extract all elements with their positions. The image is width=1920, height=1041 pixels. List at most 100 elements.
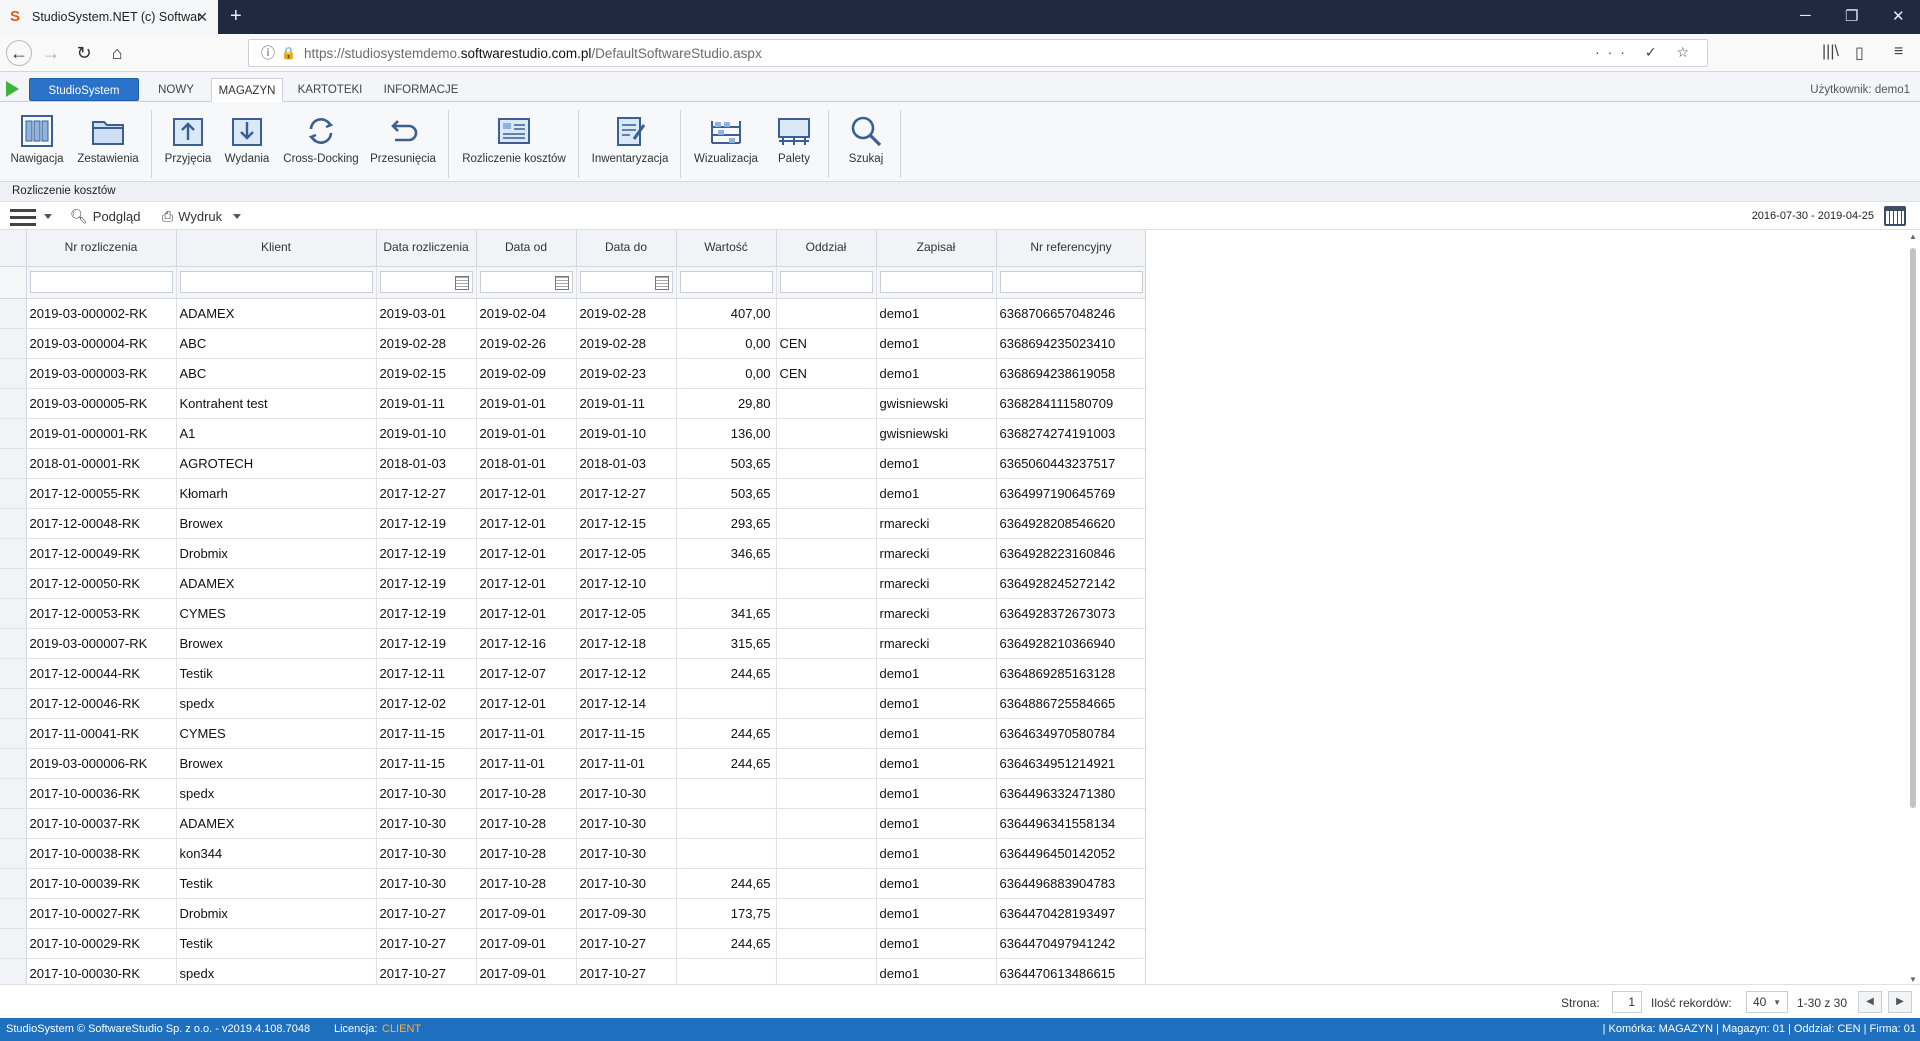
table-row[interactable]: 2017-12-00050-RK ADAMEX 2017-12-19 2017-12-… [0, 568, 1145, 599]
next-page-icon[interactable]: ▶ [1888, 991, 1912, 1013]
print-button[interactable]: ⎙ Wydruk [162, 208, 222, 225]
scrollbar-thumb[interactable] [1910, 248, 1916, 808]
table-row[interactable]: 2019-03-000007-RK Browex 2017-12-19 2017-12… [0, 628, 1145, 659]
filter-input[interactable] [879, 271, 993, 293]
page-input[interactable]: 1 [1612, 991, 1642, 1013]
row-selector[interactable] [0, 508, 27, 539]
table-row[interactable]: 2017-10-00038-RK kon344 2017-10-30 2017-10-… [0, 838, 1145, 869]
row-selector[interactable] [0, 628, 27, 659]
row-selector[interactable] [0, 658, 27, 689]
column-header[interactable]: Oddział [776, 230, 877, 267]
tab-studiosystem[interactable]: StudioSystem [29, 78, 139, 101]
play-icon[interactable] [6, 81, 19, 97]
row-selector[interactable] [0, 898, 27, 929]
home-icon[interactable]: ⌂ [106, 42, 128, 64]
page-actions-icon[interactable]: ··· ✓ ☆ [1595, 44, 1697, 61]
przesuniecia-button[interactable]: Przesunięcia [368, 102, 438, 180]
filter-input[interactable] [999, 271, 1143, 293]
row-selector[interactable] [0, 718, 27, 749]
row-selector[interactable] [0, 958, 27, 984]
tab-magazyn[interactable]: MAGAZYN [211, 78, 283, 102]
date-range-label[interactable]: 2016-07-30 - 2019-04-25 [1752, 210, 1874, 222]
table-row[interactable]: 2017-10-00039-RK Testik 2017-10-30 2017-10-… [0, 868, 1145, 899]
table-row[interactable]: 2017-11-00041-RK CYMES 2017-11-15 2017-11-0… [0, 718, 1145, 749]
palety-button[interactable]: Palety [768, 102, 820, 180]
table-row[interactable]: 2019-03-000006-RK Browex 2017-11-15 2017-11… [0, 748, 1145, 779]
address-bar[interactable]: ⓘ 🔒 https://studiosystemdemo.softwarestu… [248, 39, 1708, 67]
date-filter-input[interactable] [479, 271, 573, 293]
row-selector[interactable] [0, 568, 27, 599]
column-header[interactable]: Data do [576, 230, 677, 267]
new-tab-icon[interactable]: + [230, 5, 242, 28]
table-row[interactable]: 2017-12-00053-RK CYMES 2017-12-19 2017-12-0… [0, 598, 1145, 629]
chevron-down-icon[interactable] [233, 214, 241, 219]
menu-icon[interactable]: ≡ [1894, 43, 1903, 61]
grid-menu-icon[interactable] [10, 209, 36, 230]
row-selector[interactable] [0, 598, 27, 629]
row-selector[interactable] [0, 448, 27, 479]
calendar-icon[interactable] [1884, 206, 1906, 226]
wydania-button[interactable]: Wydania [220, 102, 274, 180]
table-row[interactable]: 2019-03-000002-RK ADAMEX 2019-03-01 2019-02… [0, 298, 1145, 329]
zestawienia-button[interactable]: Zestawienia [74, 102, 142, 180]
records-select[interactable]: 40 ▼ [1746, 991, 1788, 1013]
row-selector[interactable] [0, 418, 27, 449]
site-info-icon[interactable]: ⓘ [261, 43, 275, 63]
table-row[interactable]: 2017-12-00044-RK Testik 2017-12-11 2017-12-… [0, 658, 1145, 689]
library-icon[interactable]: |||\ [1822, 43, 1839, 61]
row-selector[interactable] [0, 808, 27, 839]
browser-tab[interactable]: S StudioSystem.NET (c) SoftwareStudio ✕ [0, 0, 218, 34]
restore-icon[interactable]: ❐ [1845, 7, 1858, 25]
sidebar-icon[interactable]: ▯ [1855, 43, 1864, 63]
table-row[interactable]: 2017-12-00046-RK spedx 2017-12-02 2017-12-0… [0, 688, 1145, 719]
row-selector[interactable] [0, 538, 27, 569]
table-row[interactable]: 2017-10-00037-RK ADAMEX 2017-10-30 2017-10-… [0, 808, 1145, 839]
nawigacja-button[interactable]: Nawigacja [6, 102, 68, 180]
forward-icon[interactable]: → [40, 42, 62, 64]
column-header[interactable]: Klient [176, 230, 377, 267]
vertical-scrollbar[interactable]: ▲ ▼ [1906, 232, 1920, 984]
filter-input[interactable] [29, 271, 173, 293]
szukaj-button[interactable]: Szukaj [838, 102, 894, 180]
tab-kartoteki[interactable]: KARTOTEKI [292, 78, 368, 102]
chevron-down-icon[interactable] [44, 214, 52, 219]
row-selector[interactable] [0, 778, 27, 809]
column-header[interactable]: Zapisał [876, 230, 997, 267]
table-row[interactable]: 2019-03-000003-RK ABC 2019-02-15 2019-02-09… [0, 358, 1145, 389]
row-selector[interactable] [0, 328, 27, 359]
date-filter-input[interactable] [579, 271, 673, 293]
preview-button[interactable]: 🔍︎ Podgląd [70, 208, 141, 225]
table-row[interactable]: 2017-12-00048-RK Browex 2017-12-19 2017-12-… [0, 508, 1145, 539]
filter-input[interactable] [679, 271, 773, 293]
row-selector[interactable] [0, 298, 27, 329]
table-row[interactable]: 2018-01-00001-RK AGROTECH 2018-01-03 2018-0… [0, 448, 1145, 479]
wizualizacja-button[interactable]: Wizualizacja [688, 102, 764, 180]
row-selector[interactable] [0, 748, 27, 779]
scroll-up-icon[interactable]: ▲ [1909, 232, 1917, 241]
row-selector[interactable] [0, 868, 27, 899]
back-icon[interactable]: ← [6, 40, 32, 66]
przyjecia-button[interactable]: Przyjęcia [160, 102, 216, 180]
table-row[interactable]: 2019-03-000004-RK ABC 2019-02-28 2019-02-26… [0, 328, 1145, 359]
rozliczenie-kosztow-button[interactable]: Rozliczenie kosztów [458, 102, 570, 180]
table-row[interactable]: 2017-12-00055-RK Kłomarh 2017-12-27 2017-12… [0, 478, 1145, 509]
tab-informacje[interactable]: INFORMACJE [378, 78, 464, 102]
window-close-icon[interactable]: ✕ [1892, 7, 1905, 25]
reload-icon[interactable]: ↻ [73, 42, 95, 64]
column-header[interactable]: Nr referencyjny [996, 230, 1145, 267]
row-selector[interactable] [0, 838, 27, 869]
scroll-down-icon[interactable]: ▼ [1909, 975, 1917, 984]
row-selector[interactable] [0, 358, 27, 389]
filter-input[interactable] [779, 271, 873, 293]
table-row[interactable]: 2017-12-00049-RK Drobmix 2017-12-19 2017-12… [0, 538, 1145, 569]
filter-input[interactable] [179, 271, 373, 293]
prev-page-icon[interactable]: ◀ [1858, 991, 1882, 1013]
table-row[interactable]: 2019-03-000005-RK Kontrahent test 2019-01-… [0, 388, 1145, 419]
inwentaryzacja-button[interactable]: Inwentaryzacja [588, 102, 672, 180]
date-filter-input[interactable] [379, 271, 473, 293]
row-selector[interactable] [0, 688, 27, 719]
column-header[interactable]: Data od [476, 230, 577, 267]
table-row[interactable]: 2019-01-000001-RK A1 2019-01-10 2019-01-01 2… [0, 418, 1145, 449]
table-row[interactable]: 2017-10-00029-RK Testik 2017-10-27 2017-09-… [0, 928, 1145, 959]
row-selector[interactable] [0, 478, 27, 509]
